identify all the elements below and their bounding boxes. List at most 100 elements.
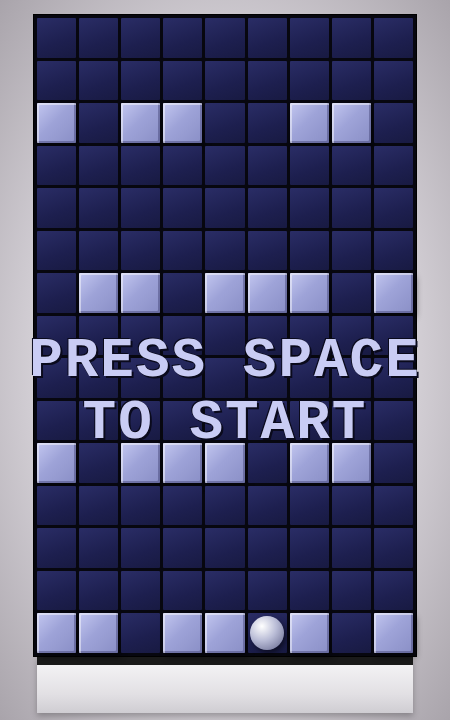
grid-cell	[37, 571, 76, 611]
grid-cell	[290, 188, 329, 228]
grid-cell	[205, 358, 244, 398]
grid-cell	[374, 146, 413, 186]
grid-cell	[332, 486, 371, 526]
grid-cell	[332, 613, 371, 653]
brick	[163, 103, 202, 143]
grid-cell	[374, 571, 413, 611]
grid-cell	[205, 231, 244, 271]
grid-cell	[290, 401, 329, 441]
grid-cell	[37, 401, 76, 441]
grid-cell	[121, 571, 160, 611]
grid-cell	[163, 61, 202, 101]
ball-cell	[248, 613, 287, 653]
grid-cell	[248, 103, 287, 143]
grid-cell	[37, 273, 76, 313]
grid-cell	[121, 61, 160, 101]
brick	[37, 613, 76, 653]
brick	[121, 103, 160, 143]
grid-cell	[121, 401, 160, 441]
ball	[250, 616, 284, 650]
grid-cell	[121, 358, 160, 398]
grid-cell	[374, 401, 413, 441]
grid-cell	[121, 146, 160, 186]
grid-cell	[332, 146, 371, 186]
grid-cell	[248, 358, 287, 398]
brick	[290, 273, 329, 313]
grid-cell	[332, 231, 371, 271]
grid-cell	[248, 571, 287, 611]
grid-cell	[205, 61, 244, 101]
grid-cell	[37, 61, 76, 101]
grid-cell	[290, 18, 329, 58]
grid-cell	[79, 231, 118, 271]
grid-cell	[290, 61, 329, 101]
brick	[290, 443, 329, 483]
brick	[79, 273, 118, 313]
grid-cell	[37, 18, 76, 58]
grid-cell	[163, 486, 202, 526]
grid-cell	[332, 571, 371, 611]
grid-cell	[79, 528, 118, 568]
grid-cell	[163, 273, 202, 313]
grid-cell	[332, 273, 371, 313]
brick	[205, 273, 244, 313]
grid-cell	[374, 18, 413, 58]
grid-cell	[248, 146, 287, 186]
brick	[163, 613, 202, 653]
grid-cell	[332, 316, 371, 356]
grid-cell	[248, 61, 287, 101]
grid-cell	[205, 571, 244, 611]
grid-cell	[79, 486, 118, 526]
grid-cell	[205, 486, 244, 526]
brick	[37, 443, 76, 483]
grid-cell	[79, 61, 118, 101]
grid-cell	[121, 18, 160, 58]
brick	[332, 443, 371, 483]
grid-cell	[205, 146, 244, 186]
grid-cell	[121, 231, 160, 271]
grid-cell	[290, 316, 329, 356]
brick	[248, 273, 287, 313]
grid-cell	[248, 188, 287, 228]
grid-cell	[79, 146, 118, 186]
grid-cell	[332, 401, 371, 441]
grid-cell	[205, 316, 244, 356]
brick	[37, 103, 76, 143]
message-line: TO START	[83, 395, 368, 451]
grid-cell	[121, 316, 160, 356]
grid-cell	[79, 443, 118, 483]
grid-cell	[37, 316, 76, 356]
grid-cell	[374, 103, 413, 143]
grid-cell	[374, 61, 413, 101]
grid-cell	[374, 443, 413, 483]
grid-cell	[248, 316, 287, 356]
grid-cell	[290, 146, 329, 186]
grid-cell	[37, 528, 76, 568]
grid-cell	[205, 188, 244, 228]
grid-cell	[163, 528, 202, 568]
game-stage: PRESS SPACETO START	[0, 0, 450, 713]
grid-cell	[37, 486, 76, 526]
grid-cell	[374, 486, 413, 526]
grid-cell	[332, 61, 371, 101]
grid-cell	[121, 613, 160, 653]
paddle[interactable]	[37, 657, 413, 713]
brick	[163, 443, 202, 483]
brick	[205, 613, 244, 653]
grid-cell	[374, 231, 413, 271]
grid-cell	[248, 486, 287, 526]
brick	[290, 103, 329, 143]
brick	[121, 443, 160, 483]
grid-cell	[374, 188, 413, 228]
brick	[205, 443, 244, 483]
brick	[332, 103, 371, 143]
grid-cell	[79, 358, 118, 398]
grid-cell	[163, 571, 202, 611]
grid-cell	[163, 188, 202, 228]
grid-cell	[248, 401, 287, 441]
brick	[374, 273, 413, 313]
grid-cell	[163, 401, 202, 441]
grid-cell	[290, 231, 329, 271]
grid-cell	[163, 316, 202, 356]
grid-cell	[79, 188, 118, 228]
